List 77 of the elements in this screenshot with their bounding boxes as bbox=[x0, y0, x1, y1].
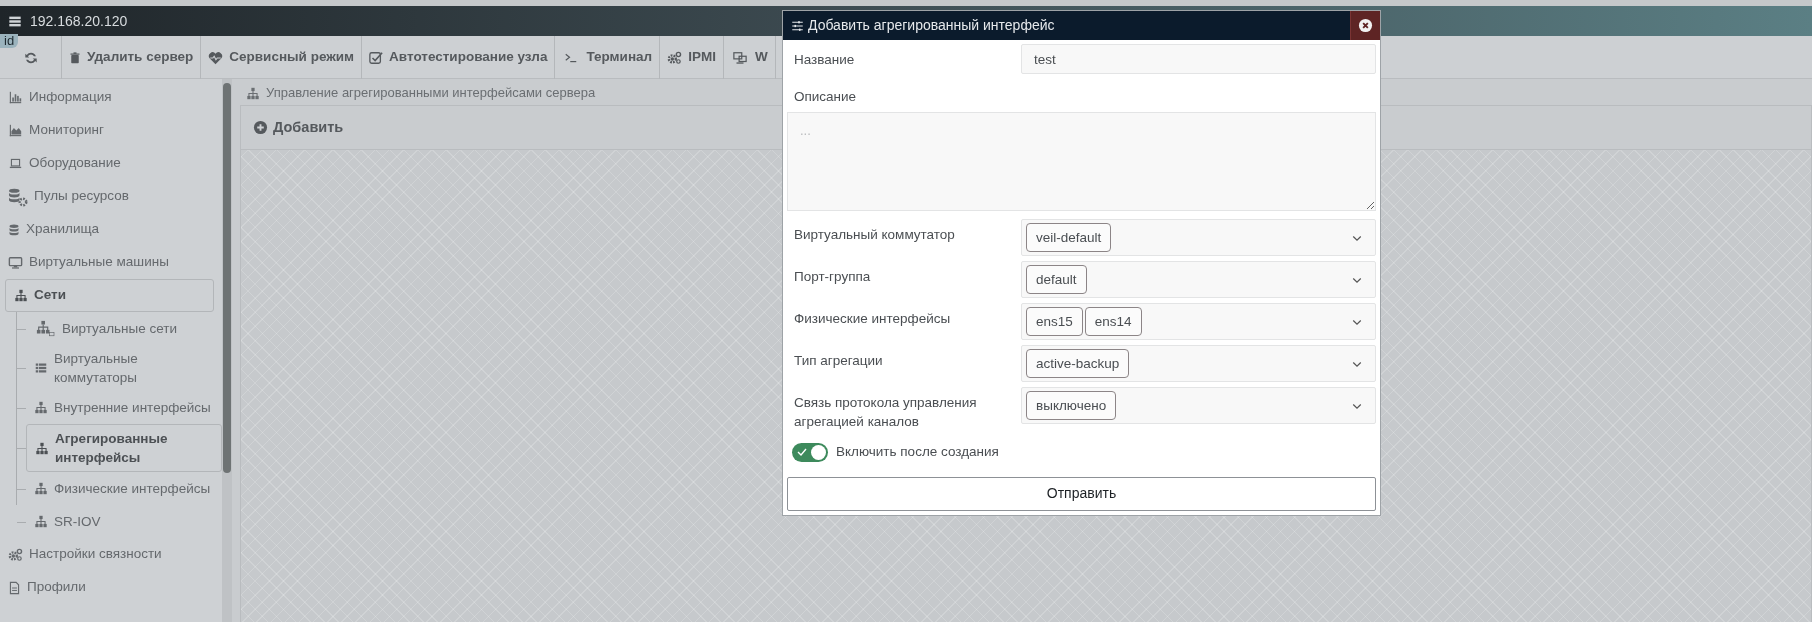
area-chart-icon bbox=[8, 124, 23, 137]
scrollbar-thumb[interactable] bbox=[223, 83, 231, 473]
field-label: Виртуальный коммутатор bbox=[793, 226, 956, 245]
server-icon bbox=[8, 15, 22, 29]
gears-icon bbox=[667, 50, 683, 65]
select-field[interactable]: выключено bbox=[1021, 387, 1376, 425]
breadcrumb: Управление агрегированными интерфейсами сервера bbox=[266, 84, 596, 103]
sidebar-item[interactable]: Пулы ресурсов bbox=[0, 180, 222, 213]
scrollbar[interactable] bbox=[222, 79, 232, 622]
toolbar-button[interactable]: IPMI bbox=[660, 36, 724, 79]
selected-tag: ens14 bbox=[1084, 307, 1142, 337]
database-gear-icon bbox=[8, 186, 28, 207]
sitemap-icon bbox=[246, 87, 260, 101]
select-field[interactable]: ens15 ens14 bbox=[1021, 303, 1376, 341]
select-field[interactable]: veil-default bbox=[1021, 219, 1376, 257]
sitemap-icon bbox=[34, 401, 48, 414]
field-label: Тип агрегации bbox=[793, 352, 884, 371]
sidebar-item[interactable]: Сети bbox=[5, 279, 214, 312]
sidebar-item[interactable]: Виртуальные сети bbox=[26, 312, 222, 345]
sidebar-item[interactable]: Физические интерфейсы bbox=[26, 472, 222, 505]
sidebar-item[interactable]: Внутренние интерфейсы bbox=[26, 391, 222, 424]
check-icon bbox=[797, 447, 807, 458]
plus-circle-icon bbox=[253, 120, 268, 135]
name-field[interactable]: test bbox=[1021, 44, 1376, 74]
sidebar-item[interactable]: Виртуальные коммутаторы bbox=[26, 345, 222, 391]
heart-pulse-icon bbox=[208, 50, 224, 65]
toolbar-button[interactable]: W bbox=[723, 36, 776, 79]
selected-tag: veil-default bbox=[1026, 223, 1112, 253]
close-button[interactable] bbox=[1350, 11, 1380, 40]
selected-tag: active-backup bbox=[1026, 349, 1130, 379]
list-icon bbox=[34, 362, 48, 374]
add-button[interactable]: Добавить bbox=[253, 116, 344, 139]
sidebar-item[interactable]: Хранилища bbox=[0, 213, 222, 246]
field-label: Связь протокола управления агрегацией каналов bbox=[793, 394, 978, 432]
selected-tag: выключено bbox=[1026, 391, 1117, 421]
description-field[interactable]: ... bbox=[787, 112, 1376, 211]
sitemap-monitor-icon bbox=[34, 319, 56, 338]
laptop-icon bbox=[8, 157, 23, 170]
dialog-title: Добавить агрегированный интерфейс bbox=[808, 16, 1055, 35]
monitor-icon bbox=[8, 255, 23, 270]
window-title: 192.168.20.120 bbox=[30, 11, 128, 31]
sidebar-item[interactable]: Настройки связности bbox=[0, 538, 222, 571]
sidebar-item[interactable]: Виртуальные машины bbox=[0, 246, 222, 279]
refresh-icon bbox=[23, 50, 38, 65]
field-label: Порт-группа bbox=[793, 268, 872, 287]
sidebar-item[interactable]: SR-IOV bbox=[26, 505, 222, 538]
sidebar-item[interactable]: Информация bbox=[0, 81, 222, 114]
sidebar-item[interactable]: Мониторинг bbox=[0, 114, 222, 147]
field-label: Название bbox=[793, 51, 856, 69]
field-label: Описание bbox=[793, 88, 858, 106]
gears-icon bbox=[8, 547, 23, 562]
id-badge: id bbox=[0, 34, 19, 48]
sitemap-icon bbox=[35, 441, 49, 455]
checkbox-icon bbox=[369, 50, 384, 65]
select-field[interactable]: active-backup bbox=[1021, 345, 1376, 383]
sidebar-item[interactable]: Профили bbox=[0, 571, 222, 604]
select-field[interactable]: default bbox=[1021, 261, 1376, 299]
sidebar-item[interactable]: Агрегированные интерфейсы bbox=[26, 424, 222, 472]
toolbar-button[interactable]: Автотестирование узла bbox=[362, 36, 556, 79]
monitors-icon bbox=[730, 50, 749, 65]
sitemap-icon bbox=[34, 482, 48, 495]
database-icon bbox=[8, 222, 20, 237]
toggle-label: Включить после создания bbox=[836, 443, 999, 462]
selected-tag: default bbox=[1026, 265, 1087, 295]
bar-chart-icon bbox=[8, 91, 23, 104]
sidebar-item[interactable]: Оборудование bbox=[0, 147, 222, 180]
selected-tag: ens15 bbox=[1026, 307, 1083, 337]
close-icon bbox=[1358, 18, 1373, 33]
field-label: Физические интерфейсы bbox=[793, 310, 952, 329]
submit-button[interactable]: Отправить bbox=[787, 476, 1376, 511]
sliders-icon bbox=[791, 19, 804, 32]
toggle-switch[interactable] bbox=[792, 442, 828, 462]
sitemap-icon bbox=[14, 289, 28, 302]
document-icon bbox=[8, 580, 21, 595]
trash-icon bbox=[69, 50, 81, 65]
sitemap-icon bbox=[34, 515, 48, 528]
toolbar-button[interactable]: Терминал bbox=[555, 36, 661, 79]
